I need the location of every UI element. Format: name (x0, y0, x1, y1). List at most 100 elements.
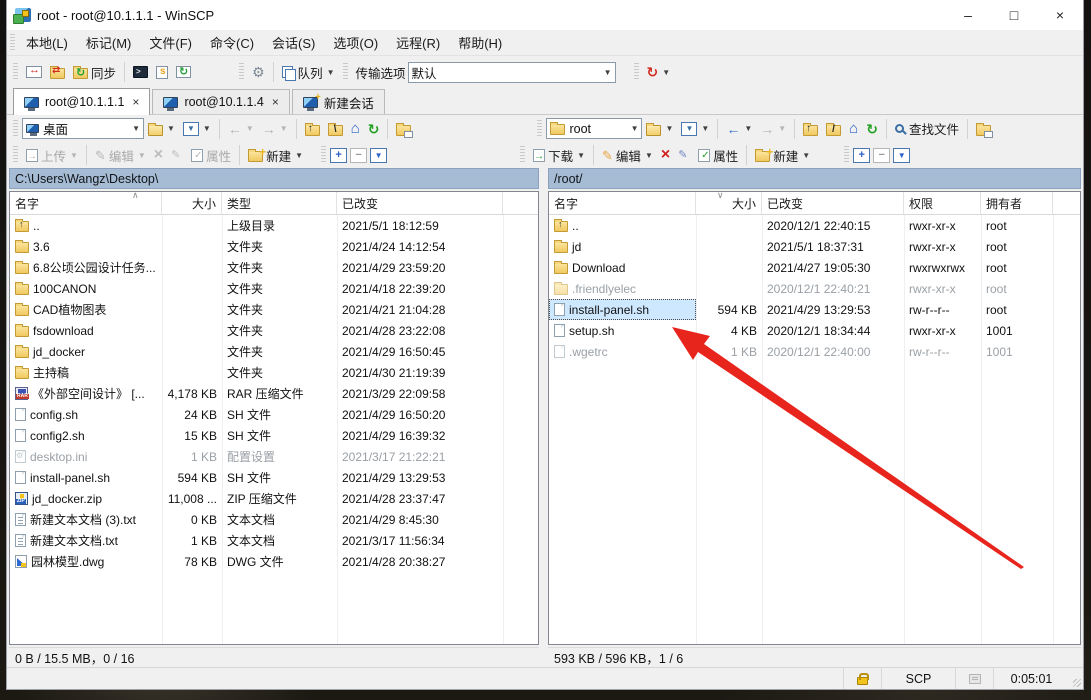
file-row[interactable]: ..上级目录2021/5/1 18:12:59 (10, 215, 538, 236)
status-protocol-cell[interactable]: SCP (881, 668, 955, 689)
local-selection-filter-button[interactable]: ▼ (370, 148, 387, 163)
local-open-dir-button[interactable]: ▼ (144, 120, 179, 138)
file-row[interactable]: 3.6文件夹2021/4/24 14:12:54 (10, 236, 538, 257)
tab-new-session[interactable]: 新建会话 (292, 89, 385, 114)
file-row[interactable]: .wgetrc1 KB2020/12/1 22:40:00rw-r--r--10… (549, 341, 1080, 362)
column-header-name[interactable]: 名字 (10, 192, 162, 214)
remote-open-dir-button[interactable]: ▼ (642, 120, 677, 138)
upload-button[interactable]: 上传▼ (22, 144, 82, 167)
close-button[interactable]: × (1037, 0, 1083, 30)
remote-properties-button[interactable]: 属性 (694, 144, 742, 167)
maximize-button[interactable]: □ (991, 0, 1037, 30)
remote-edit-button[interactable]: ✎编辑▼ (598, 144, 657, 167)
sync-browsing-button[interactable] (46, 63, 69, 81)
local-edit-button[interactable]: ✎编辑▼ (91, 144, 150, 167)
column-header-perms[interactable]: 权限 (904, 192, 981, 214)
column-header-owner[interactable]: 拥有者 (981, 192, 1053, 214)
file-row[interactable]: config2.sh15 KBSH 文件2021/4/29 16:39:32 (10, 425, 538, 446)
column-header-type[interactable]: 类型 (222, 192, 337, 214)
remote-delete-button[interactable]: × (657, 145, 674, 165)
file-row[interactable]: 新建文本文档.txt1 KB文本文档2021/3/17 11:56:34 (10, 530, 538, 551)
file-row[interactable]: 《外部空间设计》 [...4,178 KBRAR 压缩文件2021/3/29 2… (10, 383, 538, 404)
menu-options[interactable]: 选项(O) (324, 30, 387, 55)
file-row[interactable]: 园林模型.dwg78 KBDWG 文件2021/4/28 20:38:27 (10, 551, 538, 572)
status-connection-cell[interactable] (955, 668, 993, 689)
menu-file[interactable]: 文件(F) (140, 30, 201, 55)
download-button[interactable]: 下载▼ (529, 144, 589, 167)
queue-button[interactable]: 队列▼ (278, 61, 339, 84)
resize-grip[interactable] (1069, 668, 1083, 689)
remote-refresh-button[interactable]: ↻ (862, 120, 882, 138)
local-select-button[interactable]: + (330, 148, 347, 163)
commander-layout-button[interactable] (22, 64, 46, 80)
local-forward-button[interactable]: →▼ (258, 120, 292, 138)
minimize-button[interactable]: – (945, 0, 991, 30)
refresh-panels-button[interactable] (172, 64, 195, 80)
remote-filter-button[interactable]: ▼▼ (677, 120, 713, 138)
menu-session[interactable]: 会话(S) (263, 30, 324, 55)
remote-follow-link-button[interactable] (972, 120, 995, 138)
column-header-size[interactable]: 大小 (162, 192, 222, 214)
remote-select-button[interactable]: + (853, 148, 870, 163)
file-row[interactable]: Download2021/4/27 19:05:30rwxrwxrwxroot (549, 257, 1080, 278)
tab-session-1[interactable]: root@10.1.1.1 × (13, 88, 150, 115)
remote-unselect-button[interactable]: − (873, 148, 890, 163)
local-drive-combo[interactable]: 桌面 ▼ (22, 118, 144, 139)
local-parent-dir-button[interactable] (301, 120, 324, 138)
file-row[interactable]: CAD植物图表文件夹2021/4/21 21:04:28 (10, 299, 538, 320)
local-unselect-button[interactable]: − (350, 148, 367, 163)
menu-mark[interactable]: 标记(M) (77, 30, 141, 55)
remote-forward-button[interactable]: →▼ (756, 120, 790, 138)
file-row[interactable]: jd_docker文件夹2021/4/29 16:50:45 (10, 341, 538, 362)
file-row[interactable]: 主持稿文件夹2021/4/30 21:19:39 (10, 362, 538, 383)
remote-parent-dir-button[interactable] (799, 120, 822, 138)
preferences-button[interactable]: ⚙ (248, 63, 269, 81)
remote-root-dir-button[interactable] (822, 120, 845, 138)
file-row[interactable]: jd_docker.zip11,008 ...ZIP 压缩文件2021/4/28… (10, 488, 538, 509)
file-row[interactable]: jd2021/5/1 18:37:31rwxr-xr-xroot (549, 236, 1080, 257)
local-refresh-button[interactable]: ↻ (364, 120, 384, 138)
file-row[interactable]: install-panel.sh594 KB2021/4/29 13:29:53… (549, 299, 1080, 320)
remote-new-button[interactable]: 新建▼ (751, 144, 814, 167)
file-row[interactable]: 6.8公顷公园设计任务...文件夹2021/4/29 23:59:20 (10, 257, 538, 278)
file-row[interactable]: config.sh24 KBSH 文件2021/4/29 16:50:20 (10, 404, 538, 425)
open-terminal-button[interactable] (129, 64, 152, 80)
menu-command[interactable]: 命令(C) (201, 30, 263, 55)
tab-session-2[interactable]: root@10.1.1.4 × (152, 89, 289, 114)
remote-path-bar[interactable]: /root/ (548, 168, 1081, 189)
local-properties-button[interactable]: 属性 (187, 144, 235, 167)
menu-local[interactable]: 本地(L) (17, 30, 77, 55)
remote-selection-filter-button[interactable]: ▼ (893, 148, 910, 163)
local-path-bar[interactable]: C:\Users\Wangz\Desktop\ (9, 168, 539, 189)
file-row[interactable]: fsdownload文件夹2021/4/28 23:22:08 (10, 320, 538, 341)
column-header-changed[interactable]: 已改变 (337, 192, 503, 214)
local-delete-button[interactable]: × (150, 145, 167, 165)
file-row[interactable]: setup.sh4 KB2020/12/1 18:34:44rwxr-xr-x1… (549, 320, 1080, 341)
menu-remote[interactable]: 远程(R) (387, 30, 449, 55)
remote-rename-button[interactable] (674, 147, 694, 163)
local-filter-button[interactable]: ▼▼ (179, 120, 215, 138)
file-row[interactable]: ..2020/12/1 22:40:15rwxr-xr-xroot (549, 215, 1080, 236)
column-header-name[interactable]: 名字 (549, 192, 696, 214)
column-header-size[interactable]: 大小 (696, 192, 762, 214)
local-follow-link-button[interactable] (392, 120, 415, 138)
menu-help[interactable]: 帮助(H) (449, 30, 511, 55)
local-new-button[interactable]: 新建▼ (244, 144, 307, 167)
file-row[interactable]: install-panel.sh594 KBSH 文件2021/4/29 13:… (10, 467, 538, 488)
file-row[interactable]: desktop.ini1 KB配置设置2021/3/17 21:22:21 (10, 446, 538, 467)
status-encryption-cell[interactable] (843, 668, 881, 689)
find-files-button[interactable]: 查找文件 (891, 117, 963, 140)
local-root-dir-button[interactable] (324, 120, 347, 138)
transfer-preset-combo[interactable]: 默认 ▼ (408, 62, 616, 83)
local-rename-button[interactable] (167, 147, 187, 163)
file-row[interactable]: 100CANON文件夹2021/4/18 22:39:20 (10, 278, 538, 299)
file-row[interactable]: .friendlyelec2020/12/1 22:40:21rwxr-xr-x… (549, 278, 1080, 299)
remote-back-button[interactable]: ←▼ (722, 120, 756, 138)
column-header-changed[interactable]: 已改变 (762, 192, 904, 214)
close-tab-icon[interactable]: × (132, 95, 139, 109)
console-button[interactable] (152, 64, 172, 81)
file-row[interactable]: 新建文本文档 (3).txt0 KB文本文档2021/4/29 8:45:30 (10, 509, 538, 530)
remote-home-button[interactable]: ⌂ (845, 119, 862, 138)
local-back-button[interactable]: ←▼ (224, 120, 258, 138)
remote-dir-combo[interactable]: root ▼ (546, 118, 642, 139)
